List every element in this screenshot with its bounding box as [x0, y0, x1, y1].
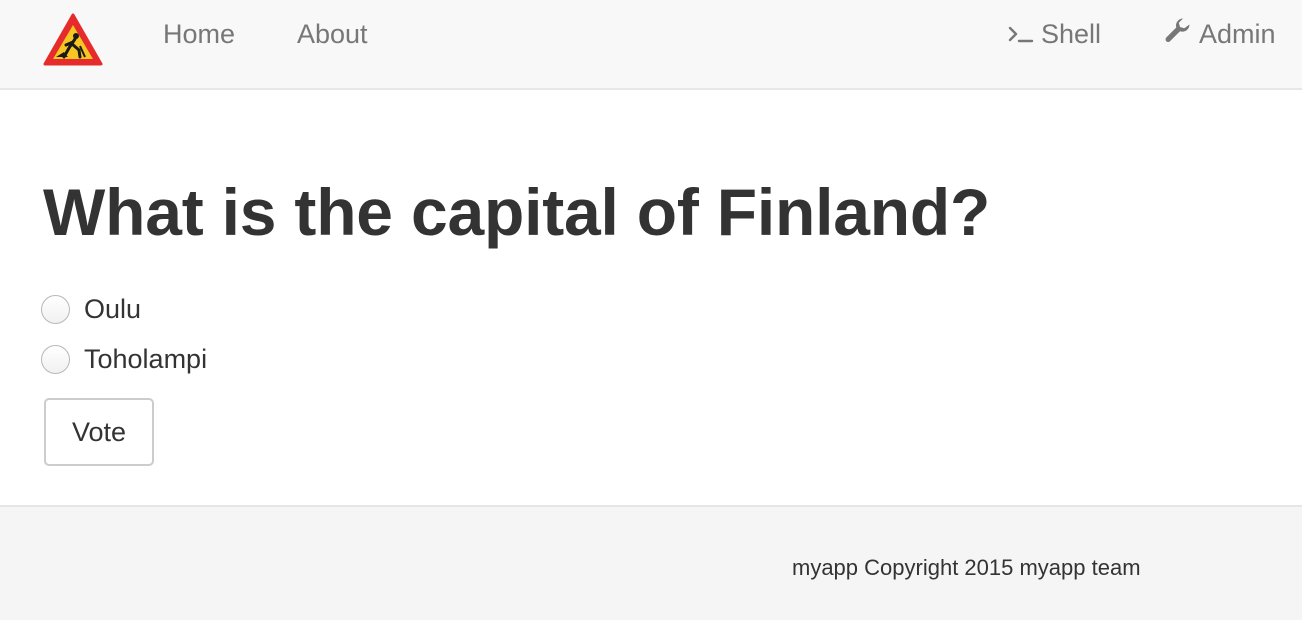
choice-toholampi[interactable]: Toholampi: [41, 343, 207, 375]
nav-shell-link[interactable]: Shell: [1008, 0, 1101, 68]
choice-label: Toholampi: [84, 343, 208, 374]
choice-oulu[interactable]: Oulu: [41, 293, 141, 325]
footer: myapp Copyright 2015 myapp team: [0, 505, 1302, 620]
construction-warning-sign-icon[interactable]: [42, 12, 104, 68]
vote-button[interactable]: Vote: [44, 398, 154, 466]
choice-label: Oulu: [84, 293, 142, 324]
terminal-prompt-icon: [1008, 2, 1034, 70]
radio-button[interactable]: [41, 344, 70, 374]
wrench-icon: [1165, 2, 1192, 70]
nav-home-link[interactable]: Home: [163, 0, 235, 68]
main-content: What is the capital of Finland? Oulu Toh…: [0, 90, 1302, 505]
poll-question-heading: What is the capital of Finland?: [43, 175, 991, 249]
nav-admin-link[interactable]: Admin: [1165, 0, 1276, 68]
nav-admin-label: Admin: [1199, 19, 1276, 49]
nav-shell-label: Shell: [1041, 19, 1102, 49]
nav-about-link[interactable]: About: [297, 0, 368, 68]
radio-button[interactable]: [41, 294, 70, 324]
navbar: Home About Shell Admin: [0, 0, 1302, 90]
footer-copyright: myapp Copyright 2015 myapp team: [792, 555, 1141, 580]
